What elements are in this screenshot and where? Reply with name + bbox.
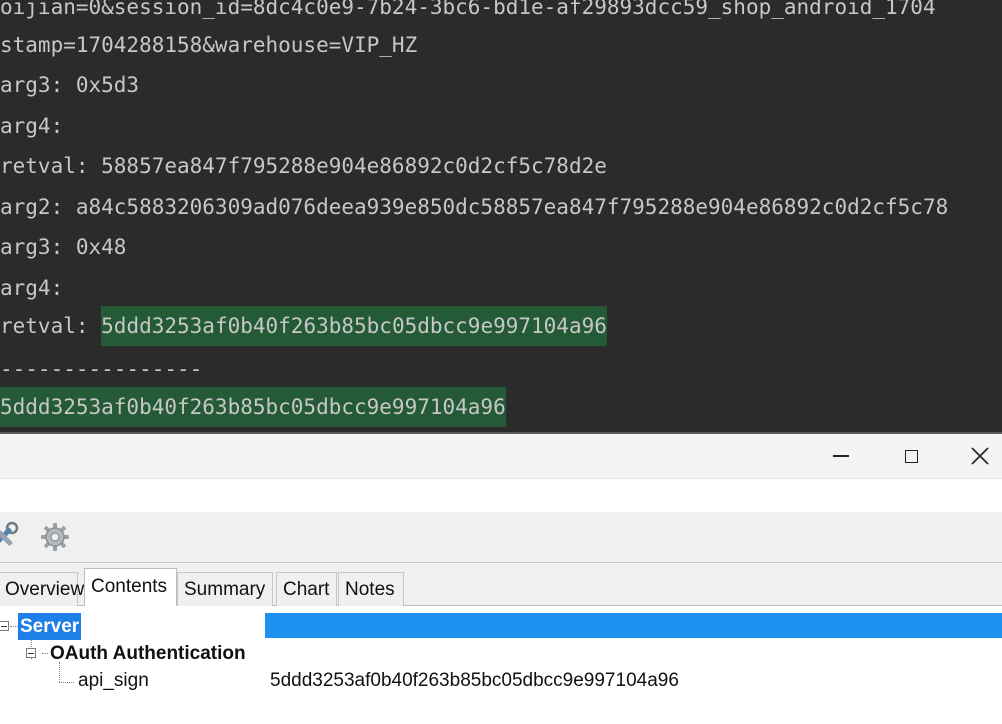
console-line: arg4:: [0, 276, 64, 300]
console-line: arg2: a84c5883206309ad076deea939e850dc58…: [0, 195, 949, 219]
maximize-icon: [904, 449, 918, 463]
console-line-retval: retval: 5ddd3253af0b40f263b85bc05dbcc9e9…: [0, 306, 607, 346]
highlighted-result: 5ddd3253af0b40f263b85bc05dbcc9e997104a96: [0, 387, 506, 427]
tree-node-oauth[interactable]: OAuth Authentication: [50, 640, 246, 667]
tab-overview[interactable]: Overview: [0, 572, 84, 606]
tools-icon[interactable]: [0, 520, 20, 554]
console-line: arg4:: [0, 114, 64, 138]
console-line: oijian=0&session_id=8dc4c0e9-7b24-3bc6-b…: [0, 0, 936, 19]
highlighted-retval: 5ddd3253af0b40f263b85bc05dbcc9e997104a96: [101, 306, 607, 346]
console-line: arg3: 0x5d3: [0, 73, 140, 97]
address-bar[interactable]: [0, 478, 1002, 514]
close-button[interactable]: [957, 434, 1002, 478]
collapse-toggle-icon[interactable]: [26, 648, 36, 658]
console-line-result: 5ddd3253af0b40f263b85bc05dbcc9e997104a96: [0, 387, 506, 427]
minimize-button[interactable]: [818, 434, 864, 478]
gear-icon[interactable]: [38, 520, 72, 554]
console-separator: ----------------: [0, 357, 203, 381]
console-line: retval: 58857ea847f795288e904e86892c0d2c…: [0, 154, 607, 178]
maximize-button[interactable]: [888, 434, 934, 478]
result-tree: Server OAuth Authentication api_sign 5dd…: [0, 606, 1002, 724]
tab-contents[interactable]: Contents: [84, 568, 177, 606]
toolbar: [0, 512, 1002, 563]
console-line: stamp=1704288158&warehouse=VIP_HZ: [0, 33, 418, 57]
collapse-toggle-icon[interactable]: [0, 621, 9, 631]
tree-row-oauth[interactable]: OAuth Authentication: [0, 640, 1002, 667]
api-sign-value: 5ddd3253af0b40f263b85bc05dbcc9e997104a96: [270, 670, 679, 691]
tab-bar: Overview Contents Summary Chart Notes: [0, 563, 1002, 606]
console-output: oijian=0&session_id=8dc4c0e9-7b24-3bc6-b…: [0, 0, 1002, 432]
minimize-icon: [833, 455, 849, 457]
tree-row-server[interactable]: Server: [0, 613, 1002, 640]
tree-node-api-sign[interactable]: api_sign: [78, 667, 149, 694]
tab-summary[interactable]: Summary: [177, 572, 273, 606]
retval-prefix: retval:: [0, 314, 102, 338]
tab-chart[interactable]: Chart: [276, 572, 337, 606]
close-icon: [971, 447, 989, 465]
window-titlebar[interactable]: [0, 434, 1002, 478]
tab-notes[interactable]: Notes: [338, 572, 404, 606]
console-line: arg3: 0x48: [0, 235, 127, 259]
tree-node-server[interactable]: Server: [18, 613, 82, 640]
tree-row-api-sign[interactable]: api_sign 5ddd3253af0b40f263b85bc05dbcc9e…: [0, 667, 1002, 694]
